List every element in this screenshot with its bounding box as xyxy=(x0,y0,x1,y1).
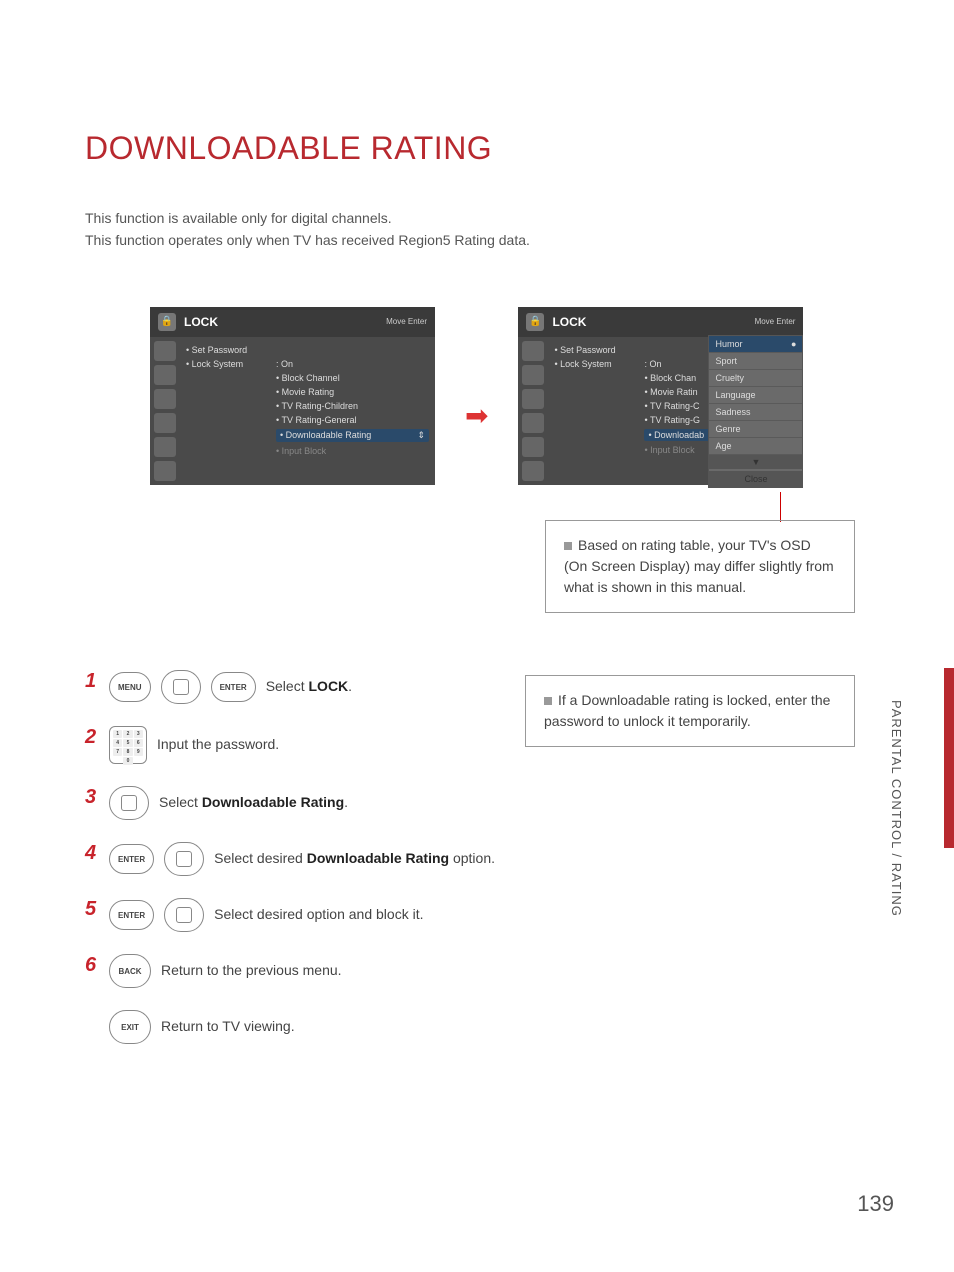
popup-item: Language xyxy=(709,387,802,404)
enter-button[interactable]: ENTER xyxy=(211,672,256,702)
exit-button[interactable]: EXIT xyxy=(109,1010,151,1044)
osd-hint: Move Enter xyxy=(755,317,796,326)
popup-item: Cruelty xyxy=(709,370,802,387)
sidebar-icon xyxy=(154,389,176,409)
nav-button[interactable] xyxy=(161,670,201,704)
popup-item: Sadness xyxy=(709,404,802,421)
intro-line-2: This function operates only when TV has … xyxy=(85,229,869,251)
intro-line-1: This function is available only for digi… xyxy=(85,207,869,229)
sidebar-icon xyxy=(522,437,544,457)
sidebar-icon xyxy=(522,365,544,385)
note-password: If a Downloadable rating is locked, ente… xyxy=(525,675,855,747)
osd-item: • Lock System xyxy=(554,359,644,369)
osd-item: • Block Channel xyxy=(276,373,340,383)
section-tab xyxy=(944,668,954,848)
osd-title: LOCK xyxy=(552,315,746,329)
sidebar-icon xyxy=(522,341,544,361)
numpad-button[interactable]: 1234567890 xyxy=(109,726,147,764)
updown-icon: ⇕ xyxy=(417,430,425,441)
page-number: 139 xyxy=(857,1191,894,1217)
step-number: 6 xyxy=(85,954,99,977)
bullet-icon xyxy=(544,697,552,705)
sidebar-icon xyxy=(522,389,544,409)
osd-value: : On xyxy=(644,359,661,369)
sidebar-icon xyxy=(154,365,176,385)
step-number: 4 xyxy=(85,842,99,865)
osd-item-selected: • Downloadab xyxy=(648,430,704,440)
step-text: Select desired option and block it. xyxy=(214,905,423,925)
rating-popup: Humor ● Sport Cruelty Language Sadness Ge… xyxy=(708,335,803,488)
popup-item: Humor xyxy=(715,339,742,349)
popup-close: Close xyxy=(709,471,802,487)
osd-item: • TV Rating-G xyxy=(644,415,700,425)
down-arrow-icon: ▼ xyxy=(709,455,802,469)
osd-item: • Input Block xyxy=(644,445,694,455)
osd-hint: Move Enter xyxy=(386,317,427,326)
step-number: 3 xyxy=(85,786,99,809)
osd-value: : On xyxy=(276,359,293,369)
popup-item: Sport xyxy=(709,353,802,370)
osd-title: LOCK xyxy=(184,315,378,329)
osd-item: • TV Rating-General xyxy=(276,415,357,425)
popup-item: Genre xyxy=(709,421,802,438)
sidebar-icon xyxy=(154,461,176,481)
nav-button[interactable] xyxy=(164,842,204,876)
bullet-icon xyxy=(564,542,572,550)
enter-button[interactable]: ENTER xyxy=(109,900,154,930)
osd-screenshot-left: 🔒 LOCK Move Enter • Set Password • Lock … xyxy=(150,307,435,485)
back-button[interactable]: BACK xyxy=(109,954,151,988)
sidebar-icon xyxy=(522,461,544,481)
nav-button[interactable] xyxy=(164,898,204,932)
arrow-right-icon: ➡ xyxy=(465,399,488,432)
osd-item: • Set Password xyxy=(186,345,276,355)
osd-item: • Input Block xyxy=(276,446,326,456)
note-osd-differ: Based on rating table, your TV's OSD (On… xyxy=(545,520,855,613)
step-text: Return to the previous menu. xyxy=(161,961,342,981)
menu-button[interactable]: MENU xyxy=(109,672,151,702)
osd-item: • Lock System xyxy=(186,359,276,369)
step-number: 1 xyxy=(85,670,99,693)
osd-item: • TV Rating-C xyxy=(644,401,699,411)
step-text: Input the password. xyxy=(157,735,279,755)
sidebar-icon xyxy=(154,437,176,457)
nav-button[interactable] xyxy=(109,786,149,820)
osd-item: • TV Rating-Children xyxy=(276,401,358,411)
osd-item-selected: • Downloadable Rating xyxy=(280,430,371,441)
sidebar-icon xyxy=(154,341,176,361)
step-number: 5 xyxy=(85,898,99,921)
popup-item: Age xyxy=(709,438,802,455)
lock-icon: 🔒 xyxy=(158,313,176,331)
sidebar-icon xyxy=(522,413,544,433)
osd-item: • Set Password xyxy=(554,345,644,355)
enter-button[interactable]: ENTER xyxy=(109,844,154,874)
callout-line xyxy=(780,492,781,522)
osd-item: • Movie Rating xyxy=(276,387,334,397)
step-text: Select desired Downloadable Rating optio… xyxy=(214,849,495,869)
osd-item: • Block Chan xyxy=(644,373,696,383)
step-text: Return to TV viewing. xyxy=(161,1017,295,1037)
step-number: 2 xyxy=(85,726,99,749)
page-title: DOWNLOADABLE RATING xyxy=(85,130,869,167)
osd-item: • Movie Ratin xyxy=(644,387,697,397)
step-text: Select Downloadable Rating. xyxy=(159,793,348,813)
dot-icon: ● xyxy=(791,339,796,349)
step-text: Select LOCK. xyxy=(266,677,352,697)
sidebar-icon xyxy=(154,413,176,433)
lock-icon: 🔒 xyxy=(526,313,544,331)
section-label: PARENTAL CONTROL / RATING xyxy=(889,700,904,917)
